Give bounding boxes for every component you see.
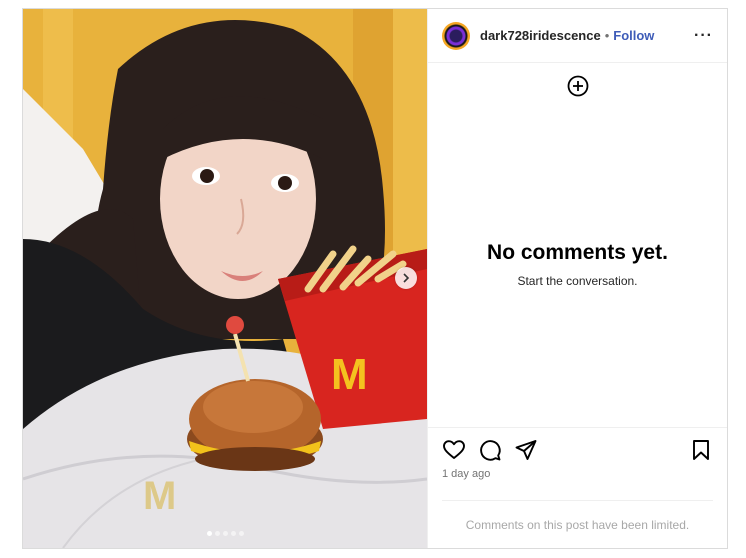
post-photo: M M (23, 9, 427, 548)
post-card: M M dark728iridescence • Follow ··· No c… (22, 8, 728, 549)
carousel-dot (222, 531, 228, 536)
share-icon[interactable] (514, 438, 538, 462)
avatar[interactable] (442, 21, 470, 50)
follow-button[interactable]: Follow (613, 28, 654, 43)
carousel-dot (238, 531, 244, 536)
comments-area: No comments yet. Start the conversation. (428, 63, 727, 427)
svg-text:M: M (143, 474, 176, 518)
carousel-indicator (23, 531, 427, 536)
post-timestamp[interactable]: 1 day ago (442, 468, 490, 480)
heart-icon[interactable] (442, 438, 466, 462)
no-comments-title: No comments yet. (487, 241, 668, 264)
carousel-dot (214, 531, 220, 536)
carousel-dot (206, 531, 212, 536)
username-link[interactable]: dark728iridescence (480, 28, 601, 43)
no-comments-subtitle: Start the conversation. (517, 274, 638, 288)
header-separator: • (604, 28, 610, 43)
post-sidebar: dark728iridescence • Follow ··· No comme… (427, 9, 727, 548)
add-circle-icon[interactable] (567, 75, 589, 102)
comment-icon[interactable] (478, 438, 502, 462)
post-media[interactable]: M M (23, 9, 427, 548)
more-icon[interactable]: ··· (694, 27, 713, 43)
chevron-right-icon (403, 273, 410, 283)
bookmark-icon[interactable] (689, 438, 713, 462)
actions-area: 1 day ago Comments on this post have bee… (428, 427, 727, 548)
svg-text:M: M (331, 350, 368, 399)
action-bar (442, 438, 713, 462)
next-image-button[interactable] (395, 267, 417, 289)
divider (442, 500, 713, 501)
carousel-dot (230, 531, 236, 536)
comments-limited-notice: Comments on this post have been limited. (465, 518, 690, 532)
post-header: dark728iridescence • Follow ··· (428, 9, 727, 63)
